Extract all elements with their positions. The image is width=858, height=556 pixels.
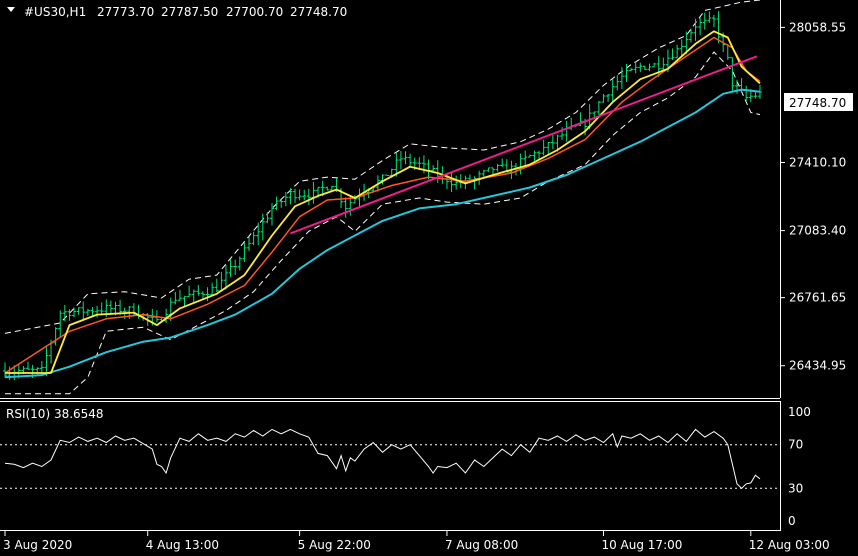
time-tick-label: 3 Aug 2020 — [3, 538, 72, 552]
chart-header: #US30,H1 27773.70 27787.50 27700.70 2774… — [7, 5, 347, 19]
price-tick-label: 27410.10 — [789, 156, 846, 170]
time-tick-label: 10 Aug 17:00 — [601, 538, 682, 552]
rsi-indicator-label: RSI(10) 38.6548 — [6, 407, 104, 421]
rsi-tick-label: 100 — [788, 405, 811, 419]
price-tick-label: 26434.95 — [789, 359, 846, 373]
rsi-tick-label: 30 — [788, 481, 803, 495]
time-tick-label: 7 Aug 08:00 — [445, 538, 518, 552]
rsi-tick-label: 0 — [788, 514, 796, 528]
symbol-timeframe: #US30,H1 — [24, 5, 86, 19]
rsi-tick-label: 70 — [788, 438, 803, 452]
ohlc-low: 27700.70 — [226, 5, 283, 19]
ohlc-high: 27787.50 — [161, 5, 218, 19]
current-price-marker: 27748.70 — [784, 93, 853, 111]
price-tick-label: 26761.65 — [789, 291, 846, 305]
current-price-label: 27748.70 — [789, 96, 846, 110]
time-tick-label: 12 Aug 03:00 — [749, 538, 830, 552]
ohlc-close: 27748.70 — [290, 5, 347, 19]
time-tick-label: 4 Aug 13:00 — [146, 538, 219, 552]
price-tick-label: 28058.55 — [789, 20, 846, 34]
time-tick-label: 5 Aug 22:00 — [298, 538, 371, 552]
price-tick-label: 27083.40 — [789, 224, 846, 238]
chart-background — [0, 0, 858, 556]
ohlc-open: 27773.70 — [97, 5, 154, 19]
candle[interactable] — [385, 174, 390, 177]
chart-window: #US30,H1 27773.70 27787.50 27700.70 2774… — [0, 0, 858, 556]
